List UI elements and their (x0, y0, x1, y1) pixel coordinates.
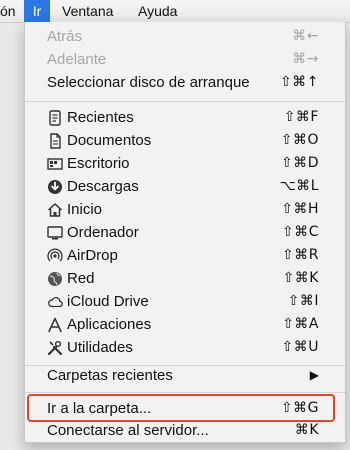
menu-item-computer[interactable]: Ordenador ⇧⌘C (25, 221, 345, 244)
icloud-icon (47, 294, 63, 310)
menu-item-label: Adelante (47, 51, 107, 68)
menu-item-documents[interactable]: Documentos ⇧⌘O (25, 129, 345, 152)
menu-item-utilities[interactable]: Utilidades ⇧⌘U (25, 336, 345, 359)
recents-icon (47, 110, 63, 126)
menu-item-shortcut: ⇧⌘H (281, 201, 319, 217)
documents-icon (47, 133, 63, 149)
submenu-arrow-icon: ▶ (309, 368, 319, 382)
menu-item-shortcut: ⇧⌘K (282, 270, 319, 286)
menu-item-shortcut: ⇧⌘U (281, 339, 319, 355)
menu-item-airdrop[interactable]: AirDrop ⇧⌘R (25, 244, 345, 267)
menu-item-label: Aplicaciones (67, 316, 152, 333)
menu-item-label: Carpetas recientes (47, 367, 173, 384)
menu-item-shortcut: ⌥⌘L (279, 178, 319, 194)
menu-item-back: Atrás ⌘← (25, 25, 345, 48)
callout-highlight-box (27, 394, 335, 422)
menu-item-shortcut: ⌘→ (292, 51, 319, 67)
airdrop-icon (47, 248, 63, 264)
menu-item-label: Escritorio (67, 155, 130, 172)
menu-separator (25, 101, 345, 102)
menu-item-desktop[interactable]: Escritorio ⇧⌘D (25, 152, 345, 175)
desktop-icon (47, 156, 63, 172)
menu-item-downloads[interactable]: Descargas ⌥⌘L (25, 175, 345, 198)
menu-item-shortcut: ⇧⌘D (280, 155, 319, 171)
menu-item-recents[interactable]: Recientes ⇧⌘F (25, 106, 345, 129)
menu-item-recent-folders[interactable]: Carpetas recientes ▶ (25, 364, 345, 387)
menu-ventana[interactable]: Ventana (62, 0, 113, 22)
menu-item-label: AirDrop (67, 247, 118, 264)
menu-item-connect-server[interactable]: Conectarse al servidor... ⌘K (25, 419, 345, 442)
menu-item-shortcut: ⇧⌘I (287, 293, 319, 309)
network-icon (47, 271, 63, 287)
menu-item-label: Atrás (47, 28, 83, 45)
menu-item-label: iCloud Drive (67, 293, 149, 310)
menu-item-shortcut: ⇧⌘F (283, 109, 319, 125)
menu-item-label: Documentos (67, 132, 152, 149)
menu-item-shortcut: ⇧⌘C (281, 224, 319, 240)
computer-icon (47, 225, 63, 241)
applications-icon (47, 317, 63, 333)
utilities-icon (47, 340, 63, 356)
menu-item-shortcut: ⌘← (292, 28, 319, 44)
menu-item-startup-disk[interactable]: Seleccionar disco de arranque ⇧⌘↑ (25, 71, 345, 94)
menu-item-label: Conectarse al servidor... (47, 422, 209, 439)
menu-item-label: Recientes (67, 109, 134, 126)
menu-item-home[interactable]: Inicio ⇧⌘H (25, 198, 345, 221)
menu-item-shortcut: ⇧⌘R (282, 247, 319, 263)
menu-archivo-truncated[interactable]: ón (0, 0, 16, 22)
menu-item-label: Utilidades (67, 339, 133, 356)
menu-item-forward: Adelante ⌘→ (25, 48, 345, 71)
downloads-icon (47, 179, 63, 195)
go-menu-dropdown: Atrás ⌘← Adelante ⌘→ Seleccionar disco d… (24, 22, 346, 443)
menu-item-icloud-drive[interactable]: iCloud Drive ⇧⌘I (25, 290, 345, 313)
menu-separator (25, 392, 345, 393)
menu-bar: ón Ir Ventana Ayuda (0, 0, 350, 23)
menu-item-shortcut: ⇧⌘↑ (280, 74, 319, 90)
menu-item-network[interactable]: Red ⇧⌘K (25, 267, 345, 290)
home-icon (47, 202, 63, 218)
menu-item-label: Ordenador (67, 224, 139, 241)
menu-item-shortcut: ⇧⌘O (280, 132, 319, 148)
screen: ón Ir Ventana Ayuda Atrás ⌘← Adelante ⌘→… (0, 0, 350, 450)
menu-item-shortcut: ⇧⌘A (282, 316, 319, 332)
menu-item-label: Seleccionar disco de arranque (47, 74, 250, 91)
menu-item-applications[interactable]: Aplicaciones ⇧⌘A (25, 313, 345, 336)
menu-item-label: Red (67, 270, 95, 287)
menu-item-label: Inicio (67, 201, 103, 218)
menu-item-label: Descargas (67, 178, 139, 195)
menu-ir[interactable]: Ir (24, 0, 50, 22)
menu-item-shortcut: ⌘K (294, 422, 319, 438)
menu-ayuda[interactable]: Ayuda (138, 0, 177, 22)
